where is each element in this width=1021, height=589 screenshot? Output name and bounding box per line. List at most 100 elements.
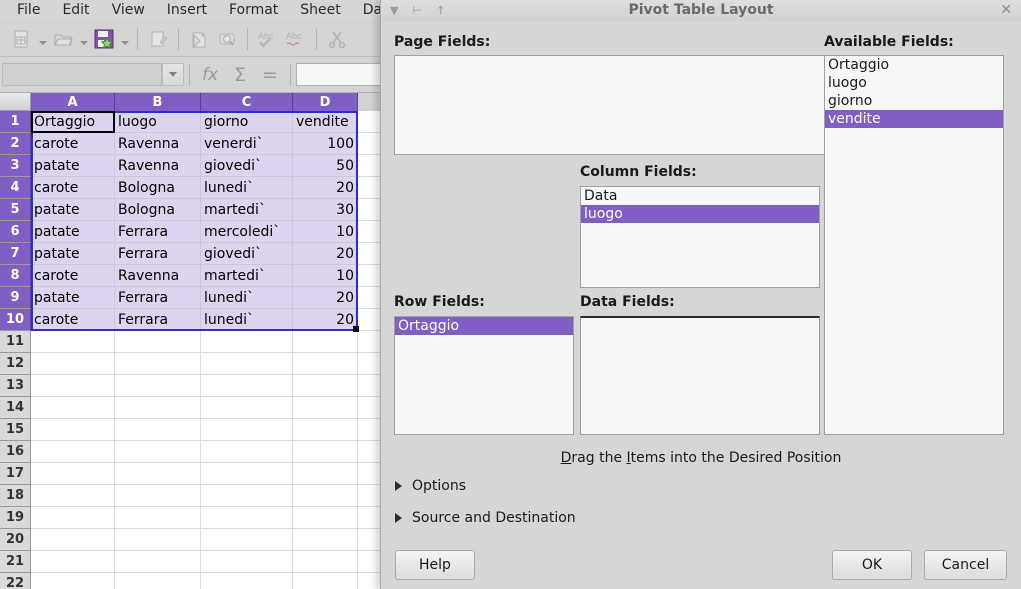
cell-A11[interactable] [31,331,115,353]
cell-C9[interactable]: lunedi` [201,287,293,309]
options-expander[interactable]: Options [395,478,466,494]
cell-A7[interactable]: patate [31,243,115,265]
cell-D19[interactable] [293,507,358,529]
edit-mode-icon[interactable] [144,25,172,53]
cell-D20[interactable] [293,529,358,551]
cell-B19[interactable] [115,507,201,529]
dock-left-icon[interactable]: ⊢ [412,0,422,21]
row-header-12[interactable]: 12 [0,353,31,375]
cell-B1[interactable]: luogo [115,111,201,133]
cell-A22[interactable] [31,573,115,589]
cell-C10[interactable]: lunedi` [201,309,293,331]
row-header-3[interactable]: 3 [0,155,31,177]
cell-D17[interactable] [293,463,358,485]
cell-D11[interactable] [293,331,358,353]
cell-A2[interactable]: carote [31,133,115,155]
cell-A5[interactable]: patate [31,199,115,221]
cell-C5[interactable]: martedi` [201,199,293,221]
row-header-17[interactable]: 17 [0,463,31,485]
ok-button[interactable]: OK [832,550,912,580]
cell-C19[interactable] [201,507,293,529]
cell-B18[interactable] [115,485,201,507]
row-header-9[interactable]: 9 [0,287,31,309]
cell-B3[interactable]: Ravenna [115,155,201,177]
available-field-item-vendite[interactable]: vendite [825,110,1003,128]
cell-A17[interactable] [31,463,115,485]
cell-C22[interactable] [201,573,293,589]
cell-B4[interactable]: Bologna [115,177,201,199]
cell-B14[interactable] [115,397,201,419]
menu-insert[interactable]: Insert [156,0,218,21]
cell-C15[interactable] [201,419,293,441]
cell-C21[interactable] [201,551,293,573]
cell-D13[interactable] [293,375,358,397]
row-header-18[interactable]: 18 [0,485,31,507]
float-up-icon[interactable]: ↑ [436,0,445,21]
cell-C14[interactable] [201,397,293,419]
available-fields-listbox[interactable]: Ortaggio luogo giorno vendite [824,55,1004,435]
cell-B8[interactable]: Ravenna [115,265,201,287]
row-header-6[interactable]: 6 [0,221,31,243]
cell-B2[interactable]: Ravenna [115,133,201,155]
open-document-icon[interactable] [49,25,77,53]
cell-D8[interactable]: 10 [293,265,358,287]
cell-D12[interactable] [293,353,358,375]
cell-A1[interactable]: Ortaggio [31,111,115,133]
cell-C20[interactable] [201,529,293,551]
row-header-16[interactable]: 16 [0,441,31,463]
cell-B16[interactable] [115,441,201,463]
cell-C2[interactable]: venerdi` [201,133,293,155]
print-preview-icon[interactable] [213,25,241,53]
menu-view[interactable]: View [101,0,156,21]
row-header-13[interactable]: 13 [0,375,31,397]
available-field-item-giorno[interactable]: giorno [825,92,1003,110]
cell-B5[interactable]: Bologna [115,199,201,221]
available-field-item-luogo[interactable]: luogo [825,74,1003,92]
cell-B22[interactable] [115,573,201,589]
new-document-dropdown[interactable] [36,25,49,53]
menu-format[interactable]: Format [218,0,289,21]
cell-A15[interactable] [31,419,115,441]
cell-A20[interactable] [31,529,115,551]
menu-file[interactable]: File [6,0,51,21]
cell-A9[interactable]: patate [31,287,115,309]
column-fields-listbox[interactable]: Data luogo [580,186,820,288]
cut-icon[interactable] [323,25,351,53]
open-document-dropdown[interactable] [77,25,90,53]
chevron-down-icon[interactable] [162,63,184,86]
save-document-icon[interactable] [90,25,118,53]
row-fields-listbox[interactable]: Ortaggio [394,316,574,435]
cell-D6[interactable]: 10 [293,221,358,243]
dialog-title-bar[interactable]: ▼ ⊢ ↑ Pivot Table Layout ✕ [381,0,1021,21]
cell-A16[interactable] [31,441,115,463]
new-document-icon[interactable] [8,25,36,53]
row-header-20[interactable]: 20 [0,529,31,551]
cell-B17[interactable] [115,463,201,485]
row-header-11[interactable]: 11 [0,331,31,353]
row-header-14[interactable]: 14 [0,397,31,419]
row-header-22[interactable]: 22 [0,573,31,589]
column-header-B[interactable]: B [115,93,201,111]
menu-sheet[interactable]: Sheet [289,0,351,21]
row-header-1[interactable]: 1 [0,111,31,133]
cell-B15[interactable] [115,419,201,441]
cell-B13[interactable] [115,375,201,397]
row-header-19[interactable]: 19 [0,507,31,529]
row-header-10[interactable]: 10 [0,309,31,331]
cell-C4[interactable]: lunedi` [201,177,293,199]
cell-D14[interactable] [293,397,358,419]
page-fields-listbox[interactable] [394,55,834,155]
cell-B20[interactable] [115,529,201,551]
cell-C16[interactable] [201,441,293,463]
cell-B9[interactable]: Ferrara [115,287,201,309]
cell-D21[interactable] [293,551,358,573]
available-field-item-ortaggio[interactable]: Ortaggio [825,56,1003,74]
cell-A19[interactable] [31,507,115,529]
print-icon[interactable] [185,25,213,53]
cell-C12[interactable] [201,353,293,375]
cell-A3[interactable]: patate [31,155,115,177]
cell-D15[interactable] [293,419,358,441]
cell-D10[interactable]: 20 [293,309,358,331]
cell-A8[interactable]: carote [31,265,115,287]
cell-C6[interactable]: mercoledi` [201,221,293,243]
